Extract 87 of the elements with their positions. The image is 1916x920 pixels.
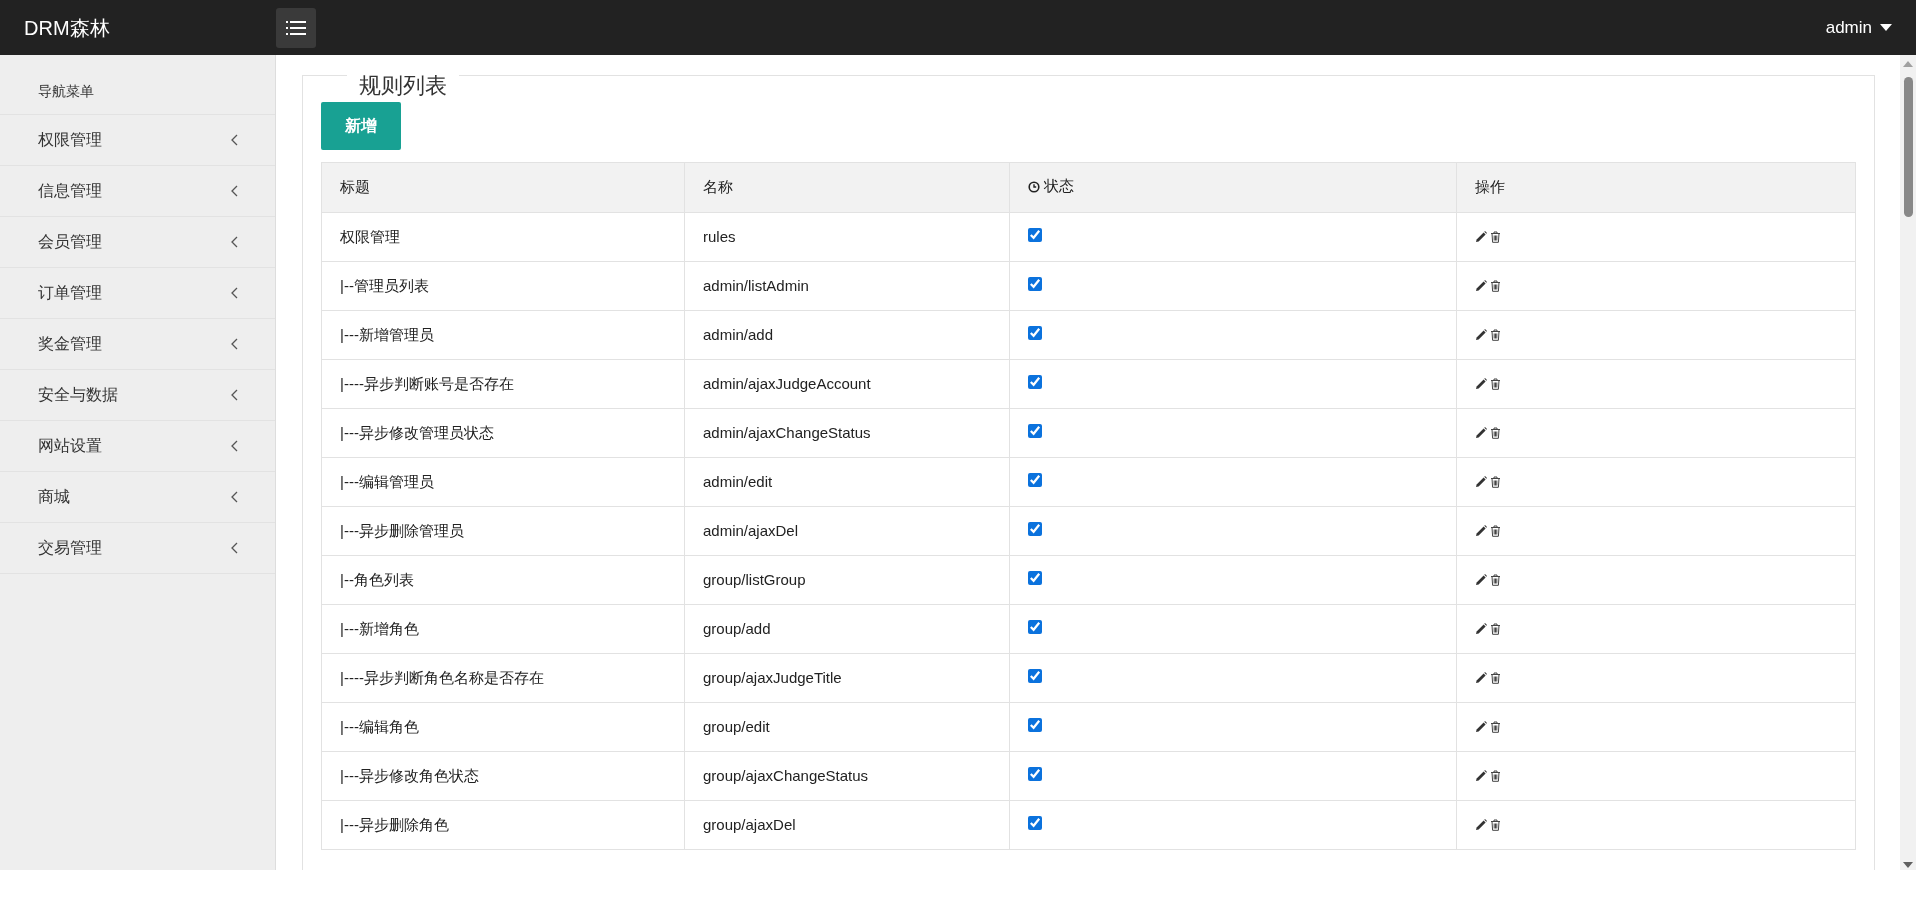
pencil-icon[interactable] (1475, 475, 1487, 488)
table-cell: group/add (684, 604, 1010, 654)
trash-icon[interactable] (1490, 426, 1501, 439)
clock-icon (1028, 180, 1040, 193)
status-checkbox[interactable] (1028, 717, 1042, 732)
status-checkbox[interactable] (1028, 570, 1042, 585)
scrollbar-thumb[interactable] (1903, 77, 1913, 217)
trash-icon[interactable] (1490, 230, 1501, 243)
table-cell: |---异步删除角色 (321, 800, 685, 850)
table-cell: 权限管理 (321, 212, 685, 262)
table-cell: group/ajaxChangeStatus (684, 751, 1010, 801)
chevron-icon (230, 491, 239, 503)
table-cell: admin/add (684, 310, 1010, 360)
table-cell: group/listGroup (684, 555, 1010, 605)
table-cell: |----异步判断角色名称是否存在 (321, 653, 685, 703)
chevron-icon (230, 134, 239, 146)
brand-title[interactable]: DRM森林 (24, 12, 276, 43)
menu-toggle-button[interactable] (276, 7, 316, 48)
column-header: 操作 (1456, 162, 1856, 213)
trash-icon[interactable] (1490, 475, 1501, 488)
status-checkbox[interactable] (1028, 423, 1042, 438)
pencil-icon[interactable] (1475, 818, 1487, 831)
status-checkbox[interactable] (1028, 619, 1042, 634)
user-menu[interactable]: admin (1825, 14, 1892, 41)
pencil-icon[interactable] (1475, 720, 1487, 733)
caret-icon (1880, 24, 1892, 31)
table-cell: admin/edit (684, 457, 1010, 507)
table-cell: admin/ajaxDel (684, 506, 1010, 556)
status-checkbox[interactable] (1028, 472, 1042, 487)
table-cell: group/edit (684, 702, 1010, 752)
chevron-icon (230, 542, 239, 554)
chevron-icon (230, 389, 239, 401)
table-cell: admin/ajaxJudgeAccount (684, 359, 1010, 409)
chevron-icon (230, 440, 239, 452)
table-cell: group/ajaxJudgeTitle (684, 653, 1010, 703)
trash-icon[interactable] (1490, 573, 1501, 586)
trash-icon[interactable] (1490, 524, 1501, 537)
chevron-icon (230, 236, 239, 248)
table-cell: |---编辑管理员 (321, 457, 685, 507)
pencil-icon[interactable] (1475, 671, 1487, 684)
scrollbar[interactable] (1900, 55, 1916, 870)
table-cell: |----异步判断账号是否存在 (321, 359, 685, 409)
pencil-icon[interactable] (1475, 328, 1487, 341)
pencil-icon[interactable] (1475, 573, 1487, 586)
table-cell: |---编辑角色 (321, 702, 685, 752)
status-checkbox[interactable] (1028, 374, 1042, 389)
column-header: 标题 (321, 162, 685, 213)
trash-icon[interactable] (1490, 769, 1501, 782)
table-cell: |---异步删除管理员 (321, 506, 685, 556)
column-header: 状态 (1044, 176, 1074, 197)
status-checkbox[interactable] (1028, 227, 1042, 242)
chevron-icon (230, 338, 239, 350)
status-checkbox[interactable] (1028, 815, 1042, 830)
table-cell: group/ajaxDel (684, 800, 1010, 850)
table-cell: rules (684, 212, 1010, 262)
pencil-icon[interactable] (1475, 622, 1487, 635)
trash-icon[interactable] (1490, 720, 1501, 733)
trash-icon[interactable] (1490, 328, 1501, 341)
table-cell: |---新增管理员 (321, 310, 685, 360)
pencil-icon[interactable] (1475, 377, 1487, 390)
table-cell: admin/listAdmin (684, 261, 1010, 311)
trash-icon[interactable] (1490, 622, 1501, 635)
trash-icon[interactable] (1490, 671, 1501, 684)
trash-icon[interactable] (1490, 279, 1501, 292)
chevron-icon (230, 287, 239, 299)
table-cell: admin/ajaxChangeStatus (684, 408, 1010, 458)
status-checkbox[interactable] (1028, 276, 1042, 291)
trash-icon[interactable] (1490, 377, 1501, 390)
status-checkbox[interactable] (1028, 766, 1042, 781)
pencil-icon[interactable] (1475, 230, 1487, 243)
menu-icon (286, 20, 306, 35)
status-checkbox[interactable] (1028, 521, 1042, 536)
table-cell: |--角色列表 (321, 555, 685, 605)
pencil-icon[interactable] (1475, 524, 1487, 537)
table-cell: |---新增角色 (321, 604, 685, 654)
pencil-icon[interactable] (1475, 279, 1487, 292)
table-cell: |---异步修改管理员状态 (321, 408, 685, 458)
column-header: 名称 (684, 162, 1010, 213)
table-cell: |---异步修改角色状态 (321, 751, 685, 801)
trash-icon[interactable] (1490, 818, 1501, 831)
scroll-down-icon[interactable] (1903, 862, 1913, 868)
status-checkbox[interactable] (1028, 325, 1042, 340)
pencil-icon[interactable] (1475, 769, 1487, 782)
table-cell: |--管理员列表 (321, 261, 685, 311)
status-checkbox[interactable] (1028, 668, 1042, 683)
pencil-icon[interactable] (1475, 426, 1487, 439)
chevron-icon (230, 185, 239, 197)
